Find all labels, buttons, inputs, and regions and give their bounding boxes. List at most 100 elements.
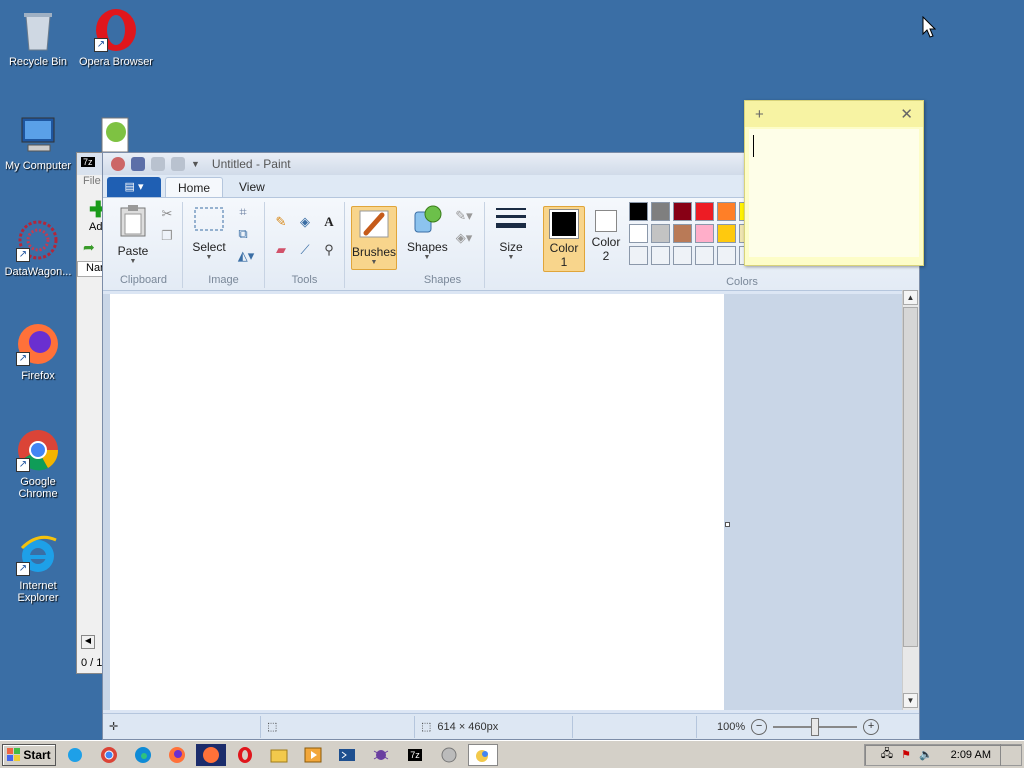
save-icon[interactable] <box>131 157 145 171</box>
copy-icon[interactable]: ❐ <box>157 226 177 246</box>
taskbar-7zip-icon[interactable]: 7z <box>400 744 430 766</box>
security-alert-icon[interactable]: ⚑ <box>901 748 911 761</box>
scroll-thumb[interactable] <box>903 307 918 647</box>
network-icon[interactable]: 🖧 <box>881 745 893 764</box>
desktop-icon-recycle-bin[interactable]: Recycle Bin <box>0 8 76 68</box>
show-desktop-button[interactable] <box>1000 743 1022 766</box>
desktop-icon-ie[interactable]: ↗ Internet Explorer <box>0 532 76 604</box>
eraser-icon[interactable]: ▰ <box>271 240 291 260</box>
color-swatch[interactable] <box>717 224 736 243</box>
taskbar-misc-icon[interactable] <box>434 744 464 766</box>
scroll-up-button[interactable]: ▲ <box>903 290 918 305</box>
zoom-slider[interactable] <box>773 717 858 736</box>
file-menu-button[interactable]: ▤ ▾ <box>107 177 161 197</box>
disk-size-cell <box>573 715 697 738</box>
outline-icon[interactable]: ✎▾ <box>451 206 477 226</box>
taskbar-firefox-active-icon[interactable] <box>196 743 226 766</box>
color1-button[interactable]: Color 1 <box>543 206 585 272</box>
taskbar-bug-icon[interactable] <box>366 744 396 766</box>
select-rectangle-icon <box>189 204 229 237</box>
select-button[interactable]: Select ▼ <box>189 204 229 261</box>
volume-icon[interactable]: 🔈 <box>919 748 933 761</box>
color-swatch[interactable] <box>695 246 714 265</box>
color-swatch[interactable] <box>673 202 692 221</box>
color-swatch[interactable] <box>651 202 670 221</box>
color-picker-icon[interactable]: ⟋ <box>295 240 315 260</box>
color-swatch[interactable] <box>629 246 648 265</box>
datawagon-icon: ↗ <box>16 218 60 262</box>
taskbar-explorer-icon[interactable] <box>264 744 294 766</box>
crop-icon[interactable]: ⌗ <box>233 202 253 222</box>
clock[interactable]: 2:09 AM <box>951 749 991 761</box>
color-swatch[interactable] <box>673 224 692 243</box>
taskbar-opera-icon[interactable] <box>230 744 260 766</box>
color1-label: Color <box>549 241 579 255</box>
shortcut-arrow-icon: ↗ <box>94 38 108 52</box>
color-swatch[interactable] <box>673 246 692 265</box>
tab-home[interactable]: Home <box>165 177 224 197</box>
scroll-left-button[interactable]: ◀ <box>81 635 95 649</box>
new-note-icon[interactable]: + <box>755 106 764 123</box>
magnifier-icon[interactable]: ⚲ <box>319 240 339 260</box>
desktop-icon-opera[interactable]: ↗ Opera Browser <box>78 8 154 68</box>
zoom-in-button[interactable]: + <box>863 718 880 735</box>
shapes-button[interactable]: Shapes ▼ <box>407 204 448 261</box>
color2-label: Color <box>591 235 621 249</box>
cut-icon[interactable]: ✂ <box>157 204 177 224</box>
drawing-canvas[interactable] <box>110 294 724 710</box>
cursor-position-icon: ✛ <box>109 721 119 733</box>
windows-logo-icon <box>7 748 21 761</box>
zoom-controls: 100% − + <box>697 717 880 736</box>
fill-shape-icon[interactable]: ◈▾ <box>451 228 477 248</box>
color-swatch[interactable] <box>651 224 670 243</box>
scroll-down-button[interactable]: ▼ <box>903 693 918 708</box>
desktop-icon-my-computer[interactable]: My Computer <box>0 112 76 172</box>
color2-button[interactable]: Color 2 <box>589 210 623 263</box>
taskbar-paint-icon[interactable] <box>468 743 498 766</box>
canvas-workspace[interactable] <box>103 294 903 710</box>
brushes-button[interactable]: Brushes ▼ <box>351 206 397 270</box>
desktop-icon-datawagon[interactable]: ↗ DataWagon... <box>0 218 76 278</box>
color-swatch[interactable] <box>629 224 648 243</box>
taskbar-edge-icon[interactable] <box>128 744 158 766</box>
fill-icon[interactable]: ◈ <box>295 212 315 232</box>
taskbar-firefox-icon[interactable] <box>162 744 192 766</box>
rotate-icon[interactable]: ◭▾ <box>233 246 259 266</box>
canvas-resize-handle[interactable] <box>725 522 730 527</box>
tab-view[interactable]: View <box>227 177 277 197</box>
zoom-slider-thumb[interactable] <box>811 717 820 736</box>
close-icon[interactable]: ✕ <box>900 105 913 123</box>
resize-icon[interactable]: ⧉ <box>233 224 253 244</box>
notepadpp-icon <box>94 112 138 156</box>
taskbar-ie-icon[interactable] <box>60 744 90 766</box>
customize-qa-icon[interactable]: ▼ <box>191 159 200 169</box>
vertical-scrollbar[interactable]: ▲ ▼ <box>902 290 919 710</box>
color-swatch[interactable] <box>629 202 648 221</box>
text-icon[interactable]: A <box>319 212 339 232</box>
image-group-label: Image <box>208 274 239 286</box>
taskbar-media-icon[interactable] <box>298 744 328 766</box>
taskbar-chrome-icon[interactable] <box>94 744 124 766</box>
size-button[interactable]: Size ▼ <box>493 204 529 261</box>
sticky-note[interactable]: + ✕ <box>744 100 924 266</box>
paste-button[interactable]: Paste ▼ <box>115 204 151 265</box>
color-swatch[interactable] <box>717 246 736 265</box>
image-size-cell: ⬚ 614 × 460px <box>415 715 573 738</box>
color-swatch[interactable] <box>695 202 714 221</box>
image-size-icon: ⬚ <box>421 721 432 733</box>
pencil-icon[interactable]: ✎ <box>271 212 291 232</box>
desktop-icon-label: DataWagon... <box>4 266 72 278</box>
zoom-out-button[interactable]: − <box>751 718 768 735</box>
color-swatch[interactable] <box>651 246 670 265</box>
internet-explorer-icon: ↗ <box>16 532 60 576</box>
undo-icon[interactable] <box>151 157 165 171</box>
desktop-icon-chrome[interactable]: ↗ Google Chrome <box>0 428 76 500</box>
color-swatch[interactable] <box>717 202 736 221</box>
group-clipboard: Paste ▼ ✂ ❐ Clipboard <box>105 202 183 288</box>
color-swatch[interactable] <box>695 224 714 243</box>
redo-icon[interactable] <box>171 157 185 171</box>
sticky-note-text[interactable] <box>749 129 919 257</box>
start-button[interactable]: Start <box>2 743 56 766</box>
desktop-icon-firefox[interactable]: ↗ Firefox <box>0 322 76 382</box>
taskbar-powershell-icon[interactable] <box>332 744 362 766</box>
